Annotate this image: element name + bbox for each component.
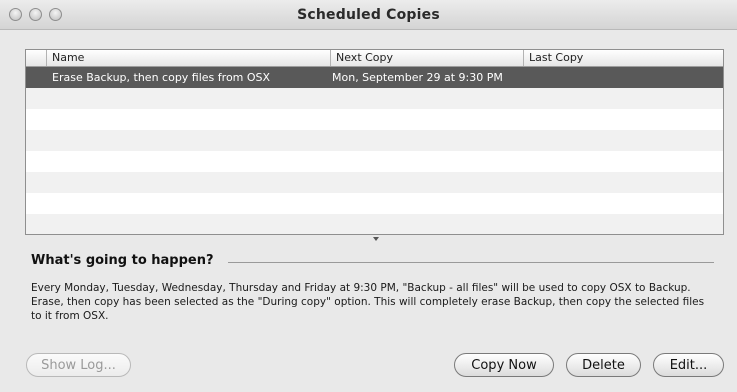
section-divider [228, 262, 714, 263]
column-header-name[interactable]: Name [46, 50, 331, 66]
row-next-copy: Mon, September 29 at 9:30 PM [332, 71, 503, 84]
schedule-table[interactable]: Name Next Copy Last Copy Erase Backup, t… [25, 49, 724, 235]
empty-row [26, 109, 723, 130]
row-name: Erase Backup, then copy files from OSX [52, 71, 271, 84]
table-rows: Erase Backup, then copy files from OSX M… [26, 67, 723, 234]
table-row[interactable]: Erase Backup, then copy files from OSX M… [26, 67, 723, 88]
split-view-handle[interactable] [373, 237, 379, 241]
schedule-description: Every Monday, Tuesday, Wednesday, Thursd… [31, 282, 705, 322]
title-bar: Scheduled Copies [0, 0, 737, 30]
column-header-last-copy[interactable]: Last Copy [524, 50, 723, 66]
empty-row [26, 151, 723, 172]
empty-row [26, 88, 723, 109]
scheduled-copies-window: Scheduled Copies Name Next Copy Last Cop… [0, 0, 737, 392]
empty-row [26, 214, 723, 234]
empty-row [26, 193, 723, 214]
delete-button[interactable]: Delete [566, 353, 641, 377]
table-header: Name Next Copy Last Copy [26, 50, 723, 67]
copy-now-button[interactable]: Copy Now [454, 353, 554, 377]
empty-row [26, 172, 723, 193]
section-title: What's going to happen? [31, 253, 214, 268]
show-log-button[interactable]: Show Log... [26, 353, 131, 377]
edit-button[interactable]: Edit... [653, 353, 724, 377]
window-title: Scheduled Copies [297, 7, 440, 23]
empty-row [26, 130, 723, 151]
column-header-next-copy[interactable]: Next Copy [331, 50, 524, 66]
row-last-copy [525, 67, 715, 88]
